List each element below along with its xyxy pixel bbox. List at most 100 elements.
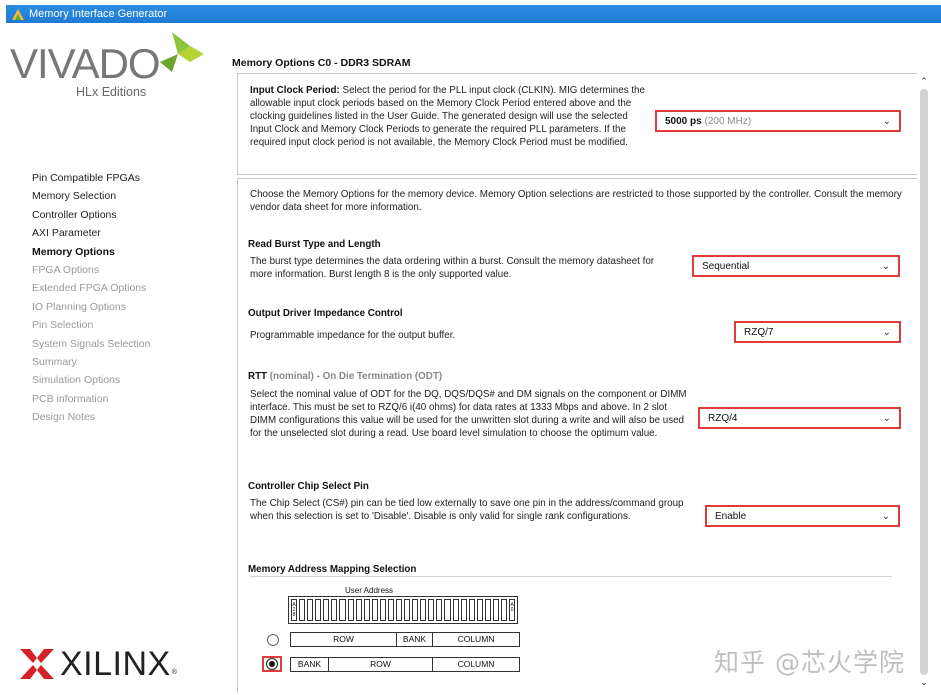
input-clock-label: Input Clock Period:: [250, 85, 340, 96]
address-bit: [379, 599, 386, 621]
rtt-heading-label: RTT: [248, 371, 268, 382]
bank-segment: BANK: [291, 658, 329, 671]
vertical-scrollbar[interactable]: ⌃ ⌄: [917, 73, 931, 693]
step-axi-parameter[interactable]: AXI Parameter: [32, 224, 150, 242]
chevron-down-icon: ⌄: [882, 326, 891, 338]
chevron-down-icon: ⌄: [881, 260, 890, 272]
step-simulation-options: Simulation Options: [32, 374, 121, 387]
output-driver-heading: Output Driver Impedance Control: [248, 308, 403, 319]
address-bit: [420, 599, 427, 621]
output-driver-select[interactable]: RZQ/7 ⌄: [734, 321, 901, 343]
address-bit: [355, 599, 362, 621]
vivado-app-icon: [12, 8, 24, 20]
step-extended-fpga-options: Extended FPGA Options: [32, 282, 147, 295]
address-bit-msb: A 2 8: [291, 599, 298, 621]
step-memory-options[interactable]: Memory Options: [32, 243, 150, 261]
row-segment: ROW: [329, 658, 433, 671]
address-bit: [436, 599, 443, 621]
read-burst-value: Sequential: [702, 260, 750, 272]
address-bit: [444, 599, 451, 621]
row-segment: ROW: [291, 633, 397, 646]
output-driver-description: Programmable impedance for the output bu…: [250, 330, 456, 341]
address-bit: [501, 599, 508, 621]
scroll-down-icon[interactable]: ⌄: [917, 676, 931, 688]
watermark: 知乎 @芯火学院: [714, 648, 905, 677]
step-memory-selection[interactable]: Memory Selection: [32, 187, 150, 205]
address-bit: [363, 599, 370, 621]
chevron-down-icon: ⌄: [881, 510, 890, 522]
address-bit: [387, 599, 395, 621]
output-driver-value: RZQ/7: [744, 326, 774, 338]
address-bit: [404, 599, 411, 621]
address-bit: [299, 599, 306, 621]
read-burst-heading: Read Burst Type and Length: [248, 239, 381, 250]
address-bit-lsb: A 0: [509, 599, 516, 621]
wizard-sidebar: VIVADO HLx Editions Pin Compatible FPGAs…: [6, 23, 223, 695]
read-burst-select[interactable]: Sequential ⌄: [692, 255, 900, 277]
user-address-diagram: A 2 8 A 0: [288, 596, 518, 624]
xilinx-wordmark: XILINX: [60, 645, 171, 683]
column-segment: COLUMN: [457, 659, 495, 669]
mapping-option-row-bank-column[interactable]: ROW BANK COLUMN: [290, 632, 520, 647]
input-clock-description: Input Clock Period: Select the period fo…: [250, 84, 652, 149]
memory-options-intro: Choose the Memory Options for the memory…: [250, 189, 902, 213]
address-bit: [307, 599, 314, 621]
step-pin-selection: Pin Selection: [32, 319, 94, 332]
address-bit: [315, 599, 322, 621]
edition-label: HLx Editions: [76, 85, 147, 99]
address-bit: [331, 599, 338, 621]
bank-segment: BANK: [397, 633, 433, 646]
input-clock-value: 5000 ps: [665, 115, 702, 127]
user-address-label: User Address: [345, 586, 394, 595]
mapping-option-bank-row-column[interactable]: BANK ROW COLUMN: [290, 657, 520, 672]
xilinx-mark-icon: [20, 649, 54, 679]
step-controller-options[interactable]: Controller Options: [32, 206, 150, 224]
chip-select-heading: Controller Chip Select Pin: [248, 481, 369, 492]
column-segment: COLUMN: [457, 634, 495, 644]
input-clock-period-select[interactable]: 5000 ps (200 MHz) ⌄: [655, 110, 901, 132]
address-bit: [484, 599, 491, 621]
address-bit: [460, 599, 467, 621]
address-bit: [323, 599, 330, 621]
rtt-description: Select the nominal value of ODT for the …: [250, 389, 687, 439]
wizard-step-list: Pin Compatible FPGAs Memory Selection Co…: [32, 169, 150, 426]
mapping-option-bank-row-column-radio[interactable]: [266, 658, 278, 670]
read-burst-description: The burst type determines the data order…: [250, 256, 655, 280]
chip-select-select[interactable]: Enable ⌄: [705, 505, 900, 527]
step-pcb-information: PCB information: [32, 392, 109, 405]
chip-select-description: The Chip Select (CS#) pin can be tied lo…: [250, 498, 684, 522]
address-bit: [396, 599, 403, 621]
window-title: Memory Interface Generator: [29, 8, 168, 20]
step-io-planning-options: IO Planning Options: [32, 300, 126, 313]
registered-mark: ®: [171, 668, 177, 676]
address-bit: [347, 599, 354, 621]
address-bit: [428, 599, 435, 621]
mapping-option-row-bank-column-radio[interactable]: [267, 634, 279, 646]
address-lsb-label: A 0: [510, 602, 514, 613]
address-bit: [371, 599, 378, 621]
step-fpga-options: FPGA Options: [32, 263, 100, 276]
rtt-select[interactable]: RZQ/4 ⌄: [698, 407, 901, 429]
chevron-down-icon: ⌄: [882, 412, 891, 424]
rtt-heading: RTT (nominal) - On Die Termination (ODT): [248, 371, 442, 382]
rtt-value: RZQ/4: [708, 412, 738, 424]
address-bit: [468, 599, 475, 621]
rtt-heading-detail: (nominal) - On Die Termination (ODT): [269, 371, 443, 382]
xilinx-logo: XILINX ®: [20, 647, 177, 681]
page-title: Memory Options C0 - DDR3 SDRAM: [232, 57, 411, 69]
step-system-signals-selection: System Signals Selection: [32, 337, 151, 350]
chip-select-value: Enable: [715, 510, 747, 522]
scroll-up-icon[interactable]: ⌃: [917, 75, 931, 87]
title-bar[interactable]: Memory Interface Generator: [6, 5, 941, 23]
scrollbar-thumb[interactable]: [920, 89, 928, 675]
step-summary: Summary: [32, 355, 77, 368]
vivado-logo-icon: [160, 32, 204, 72]
address-mapping-heading: Memory Address Mapping Selection: [248, 564, 417, 575]
input-clock-frequency: (200 MHz): [704, 115, 752, 127]
chevron-down-icon: ⌄: [882, 115, 891, 127]
address-msb-label: A 2 8: [292, 602, 296, 618]
address-bit: [492, 599, 500, 621]
step-pin-compatible-fpgas[interactable]: Pin Compatible FPGAs: [32, 169, 150, 187]
address-bit: [339, 599, 346, 621]
section-divider: [250, 576, 892, 577]
